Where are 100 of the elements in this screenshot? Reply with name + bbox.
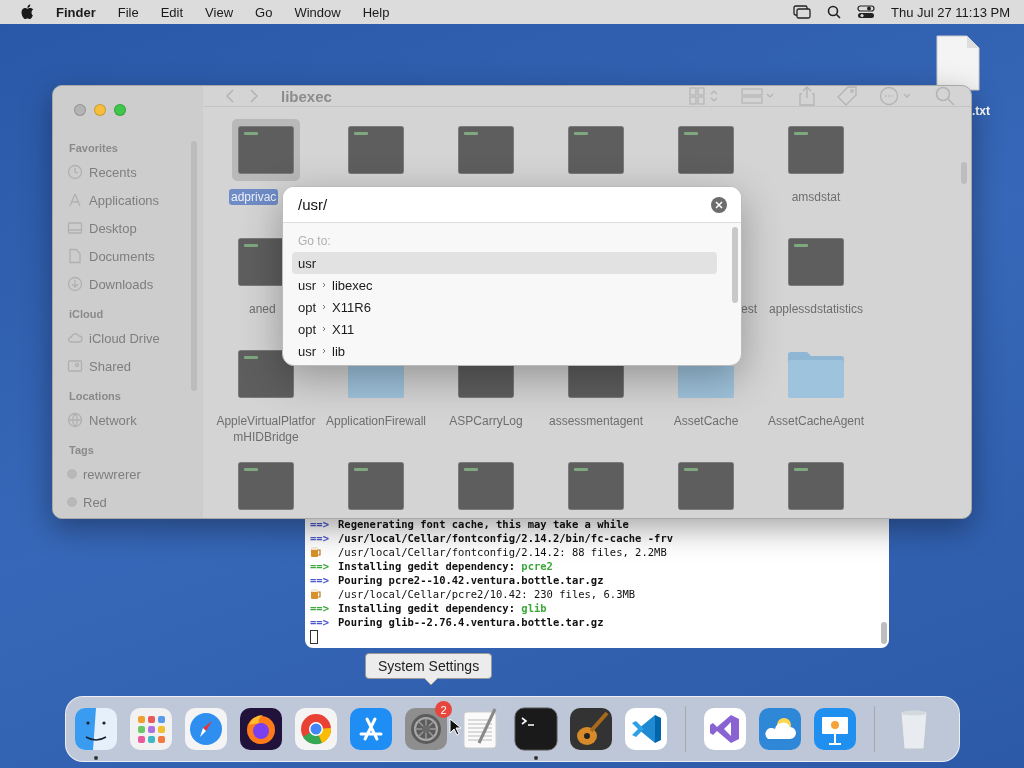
file-name[interactable]: assessmentagent (544, 413, 648, 429)
terminal-icon (514, 707, 558, 751)
clear-icon (715, 200, 723, 209)
face-icon (74, 707, 118, 751)
menu-item[interactable]: File (117, 4, 139, 20)
sidebar-item[interactable]: Shared (89, 358, 131, 374)
file-name[interactable]: .txt (972, 104, 990, 118)
app-grid-icon (129, 707, 173, 751)
executable-icon (568, 462, 624, 510)
download-icon (67, 276, 83, 292)
menu-item[interactable]: Go (255, 4, 273, 20)
fox-globe-icon (239, 707, 283, 751)
menu-item[interactable]: Window (294, 4, 341, 20)
file-name[interactable]: amsdstat (764, 189, 868, 205)
notification-badge: 2 (435, 701, 452, 718)
guitar-icon (569, 707, 613, 751)
executable-icon (788, 238, 844, 286)
sidebar-heading: Favorites (69, 142, 119, 154)
windows-icon[interactable] (793, 5, 811, 19)
executable-icon (788, 126, 844, 174)
apple-logo-icon[interactable] (20, 4, 34, 20)
presentation-icon (813, 707, 857, 751)
beer-mug-icon (310, 588, 322, 600)
path-suggestion[interactable]: opt X11 (292, 318, 717, 340)
shared-folder-icon (67, 358, 83, 374)
menu-item[interactable]: View (205, 4, 234, 20)
clock-icon (67, 164, 83, 180)
sidebar-item[interactable]: Downloads (89, 276, 154, 292)
menu-item[interactable]: Edit (160, 4, 184, 20)
terminal-line: Pouring pcre2--10.42.ventura.bottle.tar.gz (338, 574, 604, 586)
dock-app[interactable] (624, 707, 668, 751)
executable-icon (238, 462, 294, 510)
window-title: libexec (281, 87, 332, 105)
executable-icon (348, 126, 404, 174)
search-icon[interactable] (827, 5, 841, 19)
globe-icon (67, 412, 83, 428)
tooltip-tail (424, 678, 438, 686)
text-cursor (310, 630, 318, 644)
round-browser-icon (294, 707, 338, 751)
executable-icon (678, 462, 734, 510)
clock[interactable]: Thu Jul 27 11:13 PM (891, 4, 1010, 20)
path-suggestion[interactable]: usr libexec (292, 274, 717, 296)
executable-icon (788, 462, 844, 510)
zoom-button[interactable] (114, 104, 126, 116)
terminal-line: Regenerating font cache, this may take a while (338, 518, 629, 530)
file-name[interactable]: AssetCache (654, 413, 758, 429)
dock-app[interactable] (239, 707, 283, 751)
sidebar-item[interactable]: Applications (89, 192, 160, 208)
control-center-icon[interactable] (857, 5, 875, 19)
file-name[interactable]: AppleVirtualPlatformHIDBridge (214, 413, 318, 445)
sidebar-item[interactable]: iCloud Drive (89, 330, 160, 346)
clear-button[interactable] (711, 196, 727, 213)
sidebar-item[interactable]: rewwrerer (83, 466, 141, 482)
dock-app[interactable] (74, 707, 118, 751)
beer-mug-icon (310, 546, 322, 558)
ribbon-icon (703, 707, 747, 751)
path-suggestion[interactable]: opt X11R6 (292, 296, 717, 318)
folder-icon (786, 349, 846, 399)
sidebar-heading: iCloud (69, 308, 105, 320)
prompt-arrow: ==> (310, 560, 330, 572)
terminal-line: /usr/local/Cellar/fontconfig/2.14.2: 88 files, 2.2MB (338, 546, 667, 558)
dock-app[interactable] (514, 707, 558, 751)
app-menu[interactable]: Finder (56, 4, 96, 20)
pointer-icon (449, 718, 461, 736)
section-heading: Go to: (298, 234, 332, 248)
terminal-line: /usr/local/Cellar/pcre2/10.42: 230 files, 6.3MB (338, 588, 636, 600)
executable-icon (568, 126, 624, 174)
sidebar-item[interactable]: Documents (89, 248, 155, 264)
sidebar-item[interactable]: Recents (89, 164, 137, 180)
file-name[interactable]: ASPCarryLog (434, 413, 538, 429)
sidebar-heading: Locations (69, 390, 122, 402)
file-name[interactable]: AssetCacheAgent (764, 413, 868, 429)
path-suggestion[interactable]: usr (292, 252, 717, 274)
app-store-icon (349, 707, 393, 751)
prompt-arrow: ==> (310, 532, 330, 544)
terminal-line: Installing gedit dependency: glib (338, 602, 547, 614)
prompt-arrow: ==> (310, 602, 330, 614)
sidebar-item[interactable]: Red (83, 494, 107, 510)
running-indicator (94, 756, 98, 760)
code-icon (624, 707, 668, 751)
running-indicator (534, 756, 538, 760)
executable-icon (458, 126, 514, 174)
executable-icon (678, 126, 734, 174)
sidebar-item[interactable]: Network (89, 412, 137, 428)
compass-icon (184, 707, 228, 751)
path-suggestion[interactable]: usr lib (292, 340, 717, 362)
prompt-arrow: ==> (310, 616, 330, 628)
file-name[interactable]: ApplicationFirewall (324, 413, 428, 429)
cloud-icon (67, 330, 83, 346)
dock-app[interactable] (569, 707, 613, 751)
cloud-icon (758, 707, 802, 751)
sidebar-item[interactable]: Desktop (89, 220, 137, 236)
file-name[interactable]: adprivac (229, 189, 279, 205)
menu-item[interactable]: Help (362, 4, 390, 20)
file-name[interactable]: applessdstatistics (764, 301, 868, 317)
scrollbar[interactable] (732, 227, 738, 303)
close-button[interactable] (74, 104, 86, 116)
scrollbar[interactable] (881, 622, 887, 644)
executable-icon (458, 462, 514, 510)
minimize-button[interactable] (94, 104, 106, 116)
